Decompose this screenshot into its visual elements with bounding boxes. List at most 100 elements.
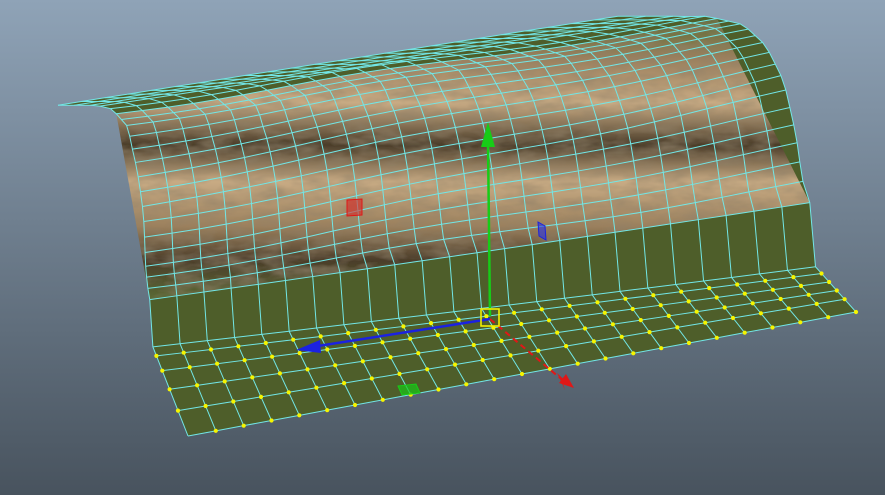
selected-vertex[interactable] [195,383,200,388]
selected-vertex[interactable] [638,318,643,323]
selected-vertex[interactable] [269,418,274,423]
selected-vertex[interactable] [714,295,719,300]
selected-vertex[interactable] [786,306,791,311]
selected-vertex[interactable] [471,342,476,348]
selected-vertex[interactable] [160,368,165,373]
selected-vertex[interactable] [798,283,804,288]
selected-vertex[interactable] [325,347,330,352]
selected-vertex[interactable] [658,303,663,308]
selected-vertex[interactable] [187,365,192,370]
selected-vertex[interactable] [360,359,365,364]
selected-vertex[interactable] [834,288,839,293]
selected-vertex[interactable] [619,334,624,339]
selected-vertex[interactable] [686,340,692,346]
selected-vertex[interactable] [666,313,671,318]
selected-vertex[interactable] [208,347,214,352]
selected-vertex[interactable] [435,332,440,338]
selected-vertex[interactable] [750,301,755,306]
selected-vertex[interactable] [425,367,430,372]
selected-vertex[interactable] [416,351,421,356]
selected-vertex[interactable] [408,336,413,341]
selected-vertex[interactable] [763,278,768,283]
selected-vertex[interactable] [575,361,580,366]
selected-vertex[interactable] [277,371,282,376]
selected-vertex[interactable] [582,326,588,331]
selected-vertex[interactable] [380,340,385,345]
selected-vertex[interactable] [853,309,859,315]
selected-vertex[interactable] [791,275,796,280]
selected-vertex[interactable] [798,320,803,325]
selected-vertex[interactable] [527,334,532,339]
selected-vertex[interactable] [443,347,449,352]
selected-vertex[interactable] [250,375,255,380]
selected-vertex[interactable] [694,309,699,314]
selected-vertex[interactable] [659,346,664,351]
selected-vertex[interactable] [707,286,712,291]
selected-vertex[interactable] [342,381,347,386]
selected-vertex[interactable] [297,413,302,418]
selected-vertex[interactable] [567,303,572,308]
selected-vertex[interactable] [213,428,218,433]
selected-vertex[interactable] [241,423,246,428]
selected-vertex[interactable] [258,394,264,399]
selected-vertex[interactable] [167,387,172,392]
selected-vertex[interactable] [333,363,338,368]
selected-vertex[interactable] [231,399,236,404]
selected-vertex[interactable] [242,358,247,363]
selected-vertex[interactable] [508,353,513,358]
selected-vertex[interactable] [519,371,525,377]
selected-vertex[interactable] [610,322,616,327]
selected-vertex[interactable] [819,271,824,276]
selected-vertex[interactable] [346,331,351,336]
selected-vertex[interactable] [511,310,517,315]
selected-vertex[interactable] [686,299,691,304]
selected-vertex[interactable] [380,397,385,402]
selected-vertex[interactable] [539,307,544,312]
selected-vertex[interactable] [546,318,552,323]
selected-vertex[interactable] [679,289,684,294]
selected-vertex[interactable] [647,330,652,335]
selected-vertex[interactable] [595,300,600,305]
selected-vertex[interactable] [352,402,358,408]
selected-vertex[interactable] [630,306,635,312]
selected-vertex[interactable] [770,287,776,292]
selected-vertex[interactable] [286,390,291,395]
selected-vertex[interactable] [401,324,406,329]
selected-vertex[interactable] [352,343,357,348]
selected-vertex[interactable] [175,408,181,413]
selected-vertex[interactable] [480,357,485,363]
maya-3d-viewport[interactable] [0,0,885,495]
selected-vertex[interactable] [536,348,541,353]
selected-vertex[interactable] [703,320,708,325]
selected-vertex[interactable] [456,317,461,322]
selected-vertex[interactable] [373,327,378,332]
selected-vertex[interactable] [305,367,310,372]
xy-plane-handle-icon[interactable] [346,198,363,217]
selected-vertex[interactable] [742,291,747,296]
selected-vertex[interactable] [631,351,636,356]
selected-vertex[interactable] [722,305,727,310]
selected-vertex[interactable] [318,334,323,339]
selected-vertex[interactable] [492,377,497,382]
selected-vertex[interactable] [222,379,227,384]
selected-vertex[interactable] [263,340,268,346]
selected-vertex[interactable] [574,314,580,319]
selected-vertex[interactable] [436,387,441,392]
selected-vertex[interactable] [236,344,241,349]
selected-vertex[interactable] [484,314,489,319]
selected-vertex[interactable] [603,356,608,361]
selected-vertex[interactable] [314,385,319,390]
selected-vertex[interactable] [519,321,524,327]
selected-vertex[interactable] [388,355,393,360]
selected-vertex[interactable] [154,353,159,358]
selected-vertex[interactable] [758,311,764,316]
selected-vertex[interactable] [826,315,831,320]
selected-vertex[interactable] [270,354,275,359]
selected-vertex[interactable] [428,321,434,326]
selected-vertex[interactable] [623,296,628,301]
xz-plane-handle-icon[interactable] [397,383,421,396]
terrain-cliff-mesh[interactable] [0,0,885,495]
selected-vertex[interactable] [735,282,740,287]
selected-vertex[interactable] [397,371,402,376]
selected-vertex[interactable] [215,361,220,366]
